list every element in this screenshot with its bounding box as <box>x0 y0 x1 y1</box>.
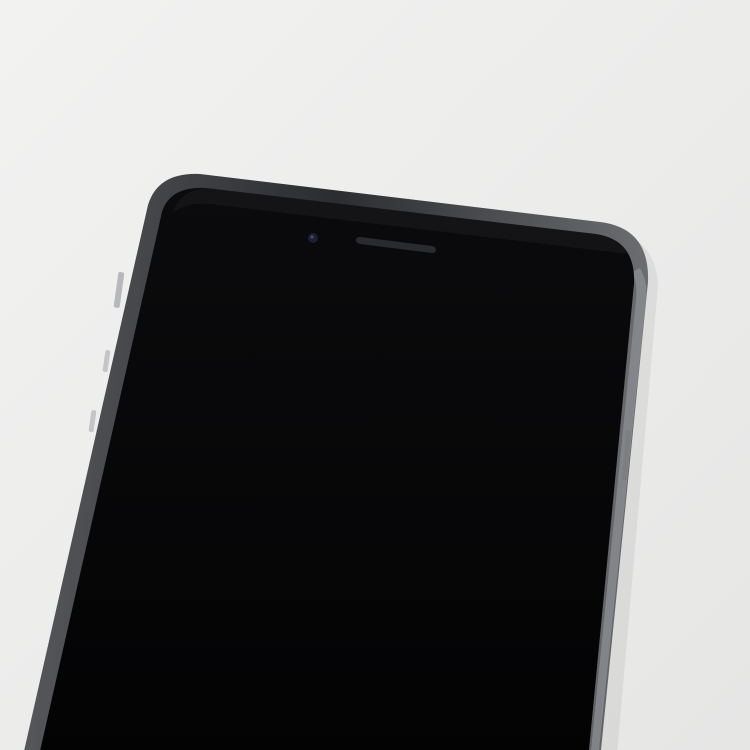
camera-lens-glint <box>310 235 314 239</box>
photo-scene <box>0 0 750 750</box>
product-photo <box>0 0 750 750</box>
